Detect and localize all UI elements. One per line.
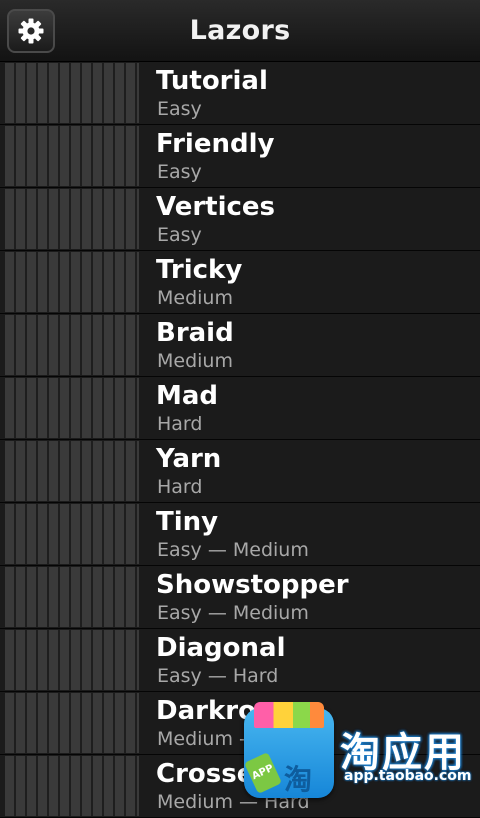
level-row[interactable]: Showstopper Easy — Medium: [0, 566, 480, 629]
level-thumbnail: [5, 252, 139, 312]
level-difficulty: Easy — Hard: [157, 665, 279, 687]
level-thumbnail: [5, 756, 139, 816]
level-row[interactable]: Diagonal Easy — Hard: [0, 629, 480, 692]
bag-logo-char: 淘: [284, 763, 313, 796]
level-thumbnail: [5, 504, 139, 564]
level-row[interactable]: Vertices Easy: [0, 188, 480, 251]
level-name: Friendly: [156, 129, 275, 159]
level-difficulty: Easy — Medium: [157, 602, 309, 624]
level-thumbnail: [5, 441, 139, 501]
level-difficulty: Medium: [157, 287, 233, 309]
level-name: Yarn: [156, 444, 222, 474]
taobao-app-overlay[interactable]: APP 淘 淘应用 app.taobao.com: [244, 702, 480, 800]
level-name: Mad: [156, 381, 219, 411]
level-difficulty: Easy: [157, 224, 202, 246]
level-thumbnail: [5, 693, 139, 753]
overlay-url: app.taobao.com: [344, 768, 472, 784]
level-difficulty: Hard: [157, 413, 203, 435]
level-row[interactable]: Mad Hard: [0, 377, 480, 440]
shopping-bag-icon: APP 淘: [244, 702, 334, 798]
level-name: Vertices: [156, 192, 276, 222]
level-name: Tiny: [156, 507, 219, 537]
level-row[interactable]: Braid Medium: [0, 314, 480, 377]
level-difficulty: Medium: [157, 350, 233, 372]
level-thumbnail: [5, 630, 139, 690]
level-thumbnail: [5, 126, 139, 186]
level-difficulty: Easy: [157, 98, 202, 120]
level-name: Braid: [156, 318, 234, 348]
level-difficulty: Hard: [157, 476, 203, 498]
level-name: Tricky: [156, 255, 243, 285]
level-row[interactable]: Tricky Medium: [0, 251, 480, 314]
level-name: Showstopper: [156, 570, 349, 600]
level-thumbnail: [5, 189, 139, 249]
app-title: Lazors: [189, 15, 291, 46]
level-row[interactable]: Tiny Easy — Medium: [0, 503, 480, 566]
level-thumbnail: [5, 567, 139, 627]
app-tag: APP: [244, 752, 282, 794]
level-name: Diagonal: [156, 633, 286, 663]
level-thumbnail: [5, 63, 139, 123]
level-difficulty: Easy — Medium: [157, 539, 309, 561]
top-bar: Lazors: [0, 0, 480, 62]
level-row[interactable]: Friendly Easy: [0, 125, 480, 188]
level-thumbnail: [5, 378, 139, 438]
level-difficulty: Easy: [157, 161, 202, 183]
level-row[interactable]: Yarn Hard: [0, 440, 480, 503]
bag-contents: [254, 702, 324, 728]
level-name: Tutorial: [156, 66, 268, 96]
level-row[interactable]: Tutorial Easy: [0, 62, 480, 125]
level-thumbnail: [5, 315, 139, 375]
